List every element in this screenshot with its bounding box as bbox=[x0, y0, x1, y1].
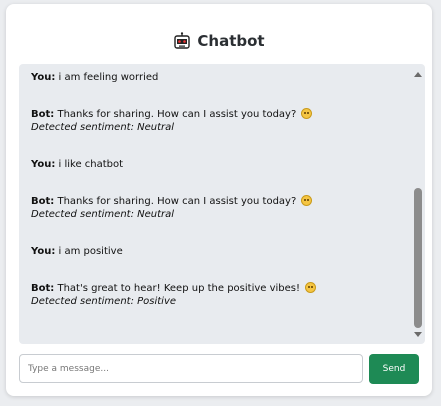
message-text: Thanks for sharing. How can I assist you… bbox=[54, 109, 297, 120]
sentiment-label: Detected sentiment: Positive bbox=[31, 296, 177, 307]
chat-window: Chatbot You: i am feeling worried Bot: Th… bbox=[6, 4, 432, 396]
send-button[interactable]: Send bbox=[369, 354, 419, 384]
chat-log[interactable]: You: i am feeling worried Bot: Thanks for… bbox=[19, 64, 425, 344]
robot-icon bbox=[174, 32, 191, 49]
message-input[interactable] bbox=[19, 354, 363, 383]
sender-label: You: bbox=[31, 159, 56, 170]
sentiment-label: Detected sentiment: Neutral bbox=[31, 122, 175, 133]
message-list: You: i am feeling worried Bot: Thanks for… bbox=[31, 71, 407, 332]
sender-label: Bot: bbox=[31, 196, 55, 207]
sender-label: Bot: bbox=[31, 109, 55, 120]
chat-header: Chatbot bbox=[6, 30, 432, 52]
scroll-up-arrow-icon[interactable] bbox=[414, 72, 422, 77]
slightly-smiling-face-icon bbox=[301, 108, 313, 119]
chat-scrollbar[interactable] bbox=[411, 64, 425, 344]
smiling-face-icon bbox=[305, 282, 317, 293]
sender-label: You: bbox=[31, 246, 56, 257]
slightly-smiling-face-icon bbox=[301, 195, 313, 206]
bot-message: Bot: Thanks for sharing. How can I assis… bbox=[31, 195, 407, 221]
user-message: You: i like chatbot bbox=[31, 158, 407, 171]
message-text: i am feeling worried bbox=[55, 72, 159, 83]
sender-label: You: bbox=[31, 72, 56, 83]
user-message: You: i am positive bbox=[31, 245, 407, 258]
message-text: i am positive bbox=[55, 246, 123, 257]
user-message: You: i am feeling worried bbox=[31, 71, 407, 84]
sentiment-label: Detected sentiment: Neutral bbox=[31, 209, 175, 220]
message-text: i like chatbot bbox=[55, 159, 124, 170]
scroll-down-arrow-icon[interactable] bbox=[414, 332, 422, 337]
message-text: Thanks for sharing. How can I assist you… bbox=[54, 196, 297, 207]
message-text: That's great to hear! Keep up the positi… bbox=[54, 283, 301, 294]
page-title: Chatbot bbox=[197, 32, 265, 50]
bot-message: Bot: That's great to hear! Keep up the p… bbox=[31, 282, 407, 308]
bot-message: Bot: Thanks for sharing. How can I assis… bbox=[31, 108, 407, 134]
scrollbar-thumb[interactable] bbox=[414, 188, 422, 328]
sender-label: Bot: bbox=[31, 283, 55, 294]
